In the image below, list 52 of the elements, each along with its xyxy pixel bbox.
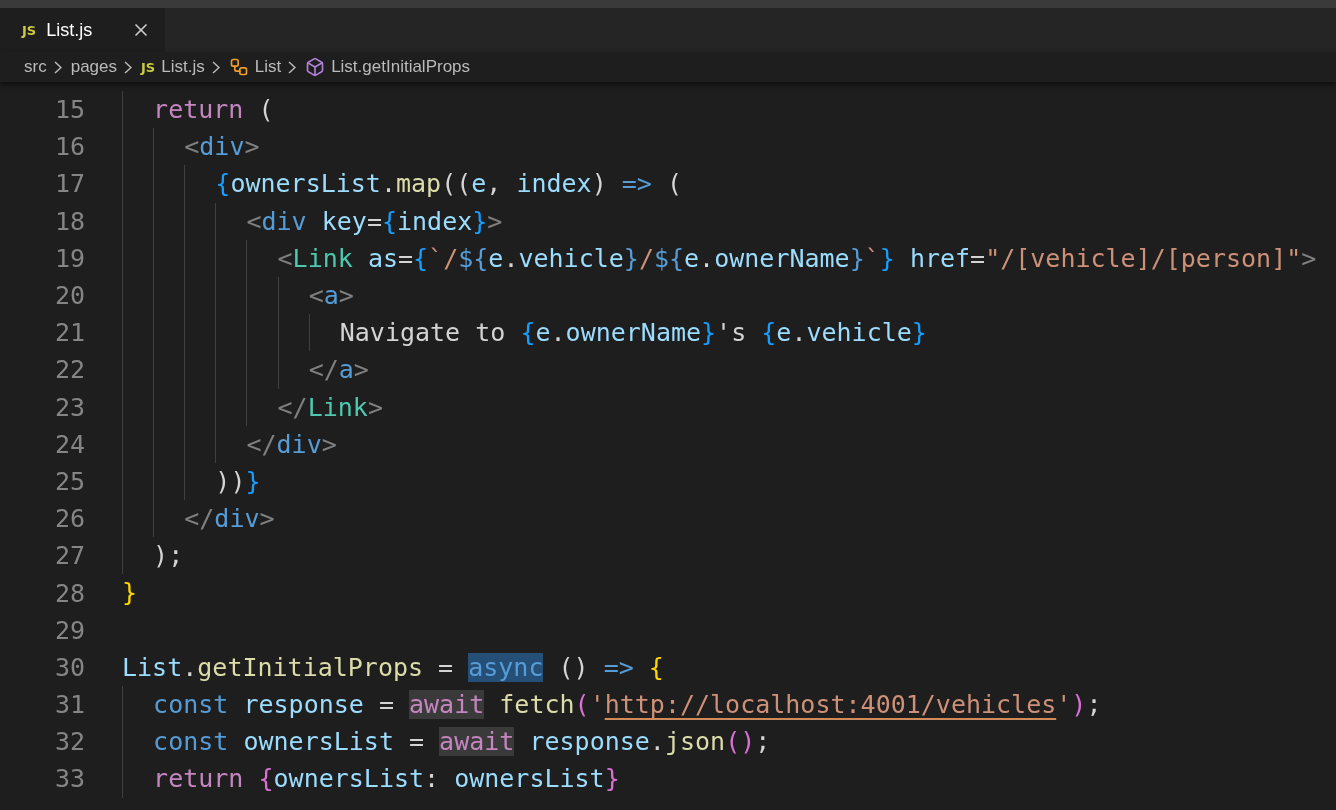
code-line: <Link as={`/${e.vehicle}/${e.ownerName}`} href="/[vehicle]/[person]">	[122, 239, 1317, 277]
code-line: <div>	[122, 128, 260, 166]
code-line: }	[122, 577, 138, 610]
code-line: const response = await fetch('http://localhost:4001/vehicles');	[122, 686, 1102, 724]
code-line: Navigate to {e.ownerName}'s {e.vehicle}	[122, 314, 927, 352]
chevron-icon	[288, 60, 297, 74]
code-line: </div>	[122, 500, 275, 538]
code-line: const ownersList = await response.json();	[122, 723, 771, 761]
code-line: return {ownersList: ownersList}	[122, 760, 620, 798]
code-line: {ownersList.map((e, index) => (	[122, 165, 682, 203]
editor-tab[interactable]: JS List.js	[0, 8, 165, 52]
cube-method-icon	[305, 57, 326, 77]
line-number: 22	[53, 355, 85, 385]
code-line: );	[122, 537, 184, 575]
js-file-icon: JS	[141, 59, 156, 75]
chevron-icon	[124, 60, 132, 74]
breadcrumb-item[interactable]: List.getInitialProps	[331, 57, 471, 77]
breadcrumb-item[interactable]: List	[254, 57, 282, 77]
line-number: 31	[53, 690, 85, 720]
code-line: <a>	[122, 276, 354, 315]
js-file-icon: JS	[22, 22, 37, 38]
line-number: 33	[53, 764, 85, 794]
class-symbol-icon	[228, 57, 249, 77]
line-number: 19	[53, 243, 85, 273]
breadcrumb-item[interactable]: pages	[70, 57, 117, 77]
code-line: </Link>	[122, 388, 383, 426]
breadcrumb-item[interactable]: src	[24, 57, 47, 77]
line-number: 27	[53, 541, 85, 571]
line-number: 25	[53, 466, 85, 496]
line-number: 18	[53, 206, 85, 236]
line-number: 20	[53, 281, 85, 311]
line-number: 17	[53, 169, 85, 199]
chevron-icon	[53, 60, 62, 74]
line-number: 32	[53, 727, 85, 757]
code-line: </div>	[122, 425, 337, 463]
line-number: 30	[53, 652, 85, 682]
code-line: <div key={index}>	[122, 202, 503, 240]
line-number: 15	[53, 95, 85, 125]
line-number: 29	[53, 615, 85, 645]
code-line: ))}	[122, 462, 261, 501]
code-line: return (	[122, 91, 274, 129]
tab-label: List.js	[46, 19, 94, 41]
code-line: List.getInitialProps = async () => {	[122, 651, 664, 684]
chevron-icon	[211, 60, 220, 74]
breadcrumb-item[interactable]: List.js	[161, 57, 205, 77]
code-line: </a>	[122, 351, 369, 389]
line-number: 26	[53, 504, 85, 534]
line-number: 16	[53, 132, 85, 162]
line-number: 21	[53, 318, 85, 348]
line-number: 28	[53, 578, 85, 608]
line-number: 24	[53, 429, 85, 459]
line-number: 23	[53, 392, 85, 422]
